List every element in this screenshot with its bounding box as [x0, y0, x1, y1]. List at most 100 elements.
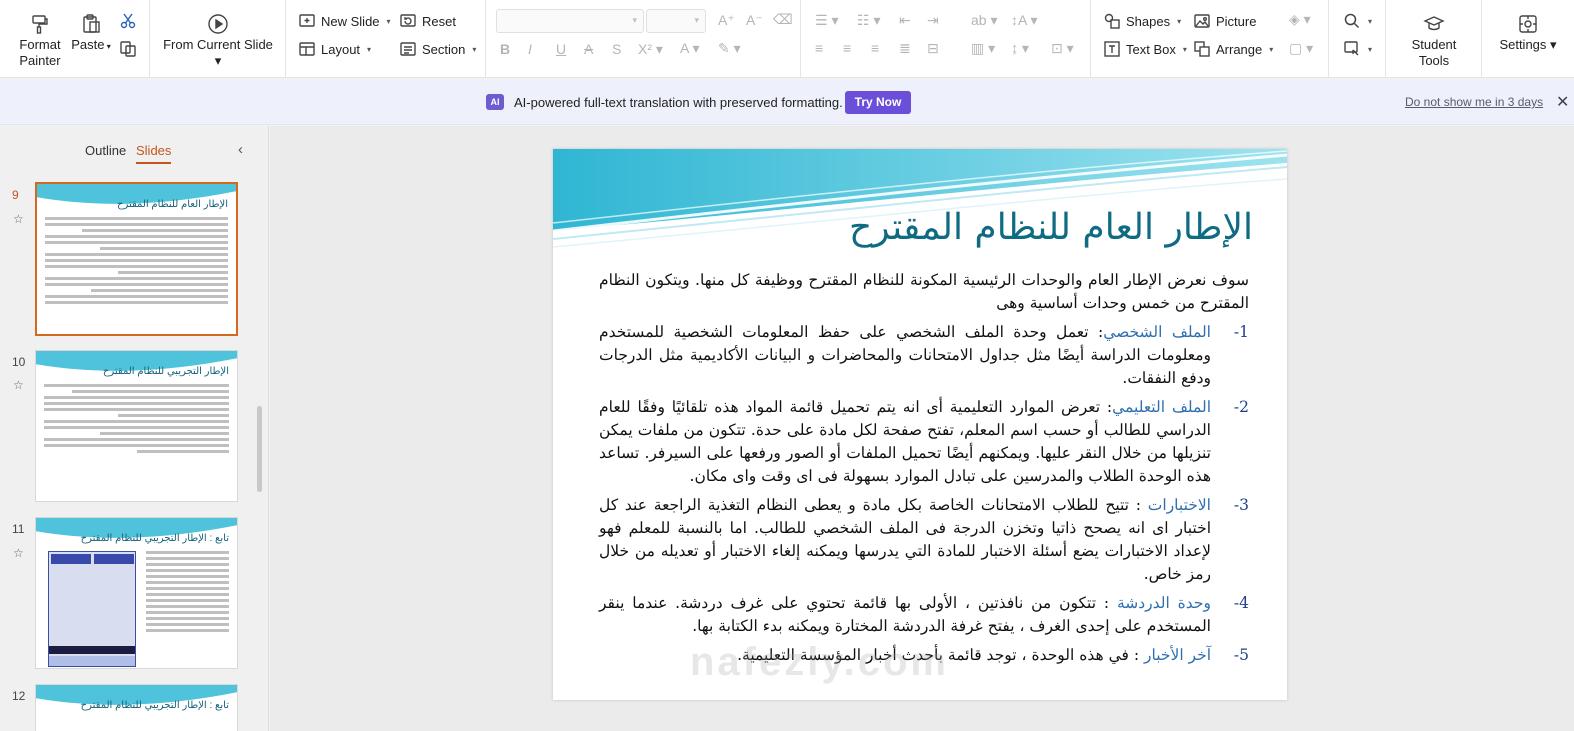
highlight-icon[interactable]: ✎ ▾: [718, 40, 741, 57]
find-button[interactable]: ▾: [1343, 12, 1372, 30]
item-number: 2-: [1233, 398, 1249, 416]
section-icon: [400, 42, 416, 56]
thumb-text-lines: [146, 551, 229, 635]
spacing-icon[interactable]: ↨ ▾: [1011, 40, 1029, 57]
picture-label: Picture: [1216, 13, 1257, 29]
increase-indent-icon[interactable]: ⇥: [927, 12, 939, 29]
slide-thumbnail-10[interactable]: الإطار التجريبي للنظام المقترح: [35, 350, 238, 502]
align-left-icon[interactable]: ≡: [815, 40, 823, 56]
item-keyword: آخر الأخبار: [1144, 646, 1211, 664]
italic-icon[interactable]: I: [528, 41, 532, 57]
strikethrough-icon[interactable]: A: [584, 41, 593, 57]
shapes-button[interactable]: Shapes ▾: [1103, 12, 1181, 30]
tab-outline[interactable]: Outline: [85, 143, 126, 158]
thumb-title: الإطار التجريبي للنظام المقترح: [102, 366, 229, 377]
do-not-show-link[interactable]: Do not show me in 3 days: [1405, 95, 1543, 109]
format-painter-button[interactable]: Format Painter: [14, 13, 66, 69]
close-icon[interactable]: ✕: [1556, 92, 1569, 112]
student-tools-group: Student Tools: [1386, 0, 1482, 78]
collapse-pane-icon[interactable]: ‹: [238, 141, 243, 158]
reset-label: Reset: [422, 13, 456, 29]
copy-button[interactable]: [119, 40, 137, 58]
slide-number: 10: [12, 355, 26, 369]
section-label: Section: [422, 41, 466, 57]
text-direction-icon[interactable]: ab ▾: [971, 12, 998, 29]
search-icon: [1344, 13, 1360, 29]
star-icon[interactable]: ☆: [13, 378, 24, 392]
increase-font-icon[interactable]: A⁺: [718, 12, 735, 29]
section-button[interactable]: Section ▾: [399, 40, 476, 58]
font-color-icon[interactable]: A ▾: [680, 40, 699, 57]
notice-message: AI-powered full-text translation with pr…: [514, 95, 843, 110]
decrease-indent-icon[interactable]: ⇤: [899, 12, 911, 29]
thumb-text-lines: [45, 217, 228, 307]
thumb-title: الإطار العام للنظام المقترح: [116, 199, 228, 210]
tab-slides[interactable]: Slides: [136, 143, 172, 164]
shadow-icon[interactable]: S: [612, 41, 621, 57]
shapes-label: Shapes: [1126, 13, 1171, 29]
item-number: 1-: [1233, 323, 1249, 341]
justify-icon[interactable]: ≣: [899, 40, 911, 57]
text-box-align-icon[interactable]: ⊡ ▾: [1051, 40, 1074, 57]
bullets-icon[interactable]: ☰ ▾: [815, 12, 838, 29]
translation-notice-bar: AI AI-powered full-text translation with…: [0, 79, 1574, 125]
find-group: ▾ ▾: [1329, 0, 1386, 78]
distribute-icon[interactable]: ⊟: [927, 40, 939, 57]
slide-thumbnail-11[interactable]: تابع : الإطار التجريبي للنظام المقترح: [35, 517, 238, 669]
numbering-icon[interactable]: ☷ ▾: [857, 12, 880, 29]
slide-title: الإطار العام للنظام المقترح: [849, 207, 1253, 248]
arrange-button[interactable]: Arrange ▾: [1193, 40, 1273, 58]
scissors-icon: [120, 13, 136, 29]
from-current-slide-wrap: From Current Slide ▾: [163, 37, 273, 68]
item-keyword: الاختبارات: [1147, 496, 1211, 514]
ribbon-toolbar: Format Painter Paste ▾ From Current Slid…: [0, 0, 1574, 78]
outline-color-icon[interactable]: ▢ ▾: [1289, 40, 1313, 57]
item-text: : تتيح للطلاب الامتحانات الخاصة بكل مادة…: [599, 496, 1211, 583]
columns-icon[interactable]: ▥ ▾: [971, 40, 995, 57]
new-slide-button[interactable]: New Slide ▾: [298, 12, 391, 30]
format-painter-icon: [32, 15, 48, 34]
item-number: 3-: [1233, 496, 1249, 514]
settings-button[interactable]: Settings ▾: [1492, 13, 1564, 53]
thumb-phone-screenshots: [48, 551, 136, 667]
picture-icon: [1194, 14, 1210, 28]
star-icon[interactable]: ☆: [13, 212, 24, 226]
from-current-slide-label: From Current Slide: [163, 37, 273, 52]
text-box-button[interactable]: Text Box ▾: [1103, 40, 1187, 58]
slide-thumbnail-12[interactable]: تابع : الإطار التجريبي للنظام المقترح: [35, 684, 238, 731]
select-button[interactable]: ▾: [1343, 40, 1372, 58]
slide-thumbnail-9[interactable]: الإطار العام للنظام المقترح: [35, 182, 238, 336]
copy-icon: [120, 41, 136, 57]
reset-button[interactable]: Reset: [399, 12, 456, 30]
cut-button[interactable]: [119, 12, 137, 30]
list-item: 1- الملف الشخصي: تعمل وحدة الملف الشخصي …: [599, 321, 1249, 390]
superscript-icon[interactable]: X² ▾: [638, 41, 663, 58]
arrange-icon: [1194, 41, 1210, 57]
align-right-icon[interactable]: ≡: [871, 40, 879, 56]
layout-button[interactable]: Layout ▾: [298, 40, 371, 58]
align-center-icon[interactable]: ≡: [843, 40, 851, 56]
text-box-label: Text Box: [1126, 41, 1176, 57]
current-slide[interactable]: الإطار العام للنظام المقترح سوف نعرض الإ…: [553, 149, 1287, 700]
fill-color-icon[interactable]: ◈ ▾: [1289, 11, 1311, 28]
pane-scrollbar[interactable]: [257, 406, 262, 492]
student-tools-button[interactable]: Student Tools: [1396, 13, 1472, 69]
settings-group: Settings ▾: [1482, 0, 1574, 78]
clear-format-icon[interactable]: ⌫: [773, 11, 793, 28]
bold-icon[interactable]: B: [500, 41, 510, 57]
item-number: 5-: [1233, 646, 1249, 664]
thumb-text-lines: [44, 384, 229, 456]
insert-group: Shapes ▾ Picture ◈ ▾ Text Box ▾ Arrange ▾ ▢…: [1091, 0, 1329, 78]
reset-icon: [400, 14, 416, 27]
decrease-font-icon[interactable]: A⁻: [746, 12, 763, 29]
underline-icon[interactable]: U: [556, 41, 566, 57]
line-spacing-icon[interactable]: ↕A ▾: [1011, 12, 1037, 29]
paste-button[interactable]: Paste ▾: [70, 13, 112, 55]
try-now-button[interactable]: Try Now: [845, 91, 911, 114]
slide-intro: سوف نعرض الإطار العام والوحدات الرئيسية …: [599, 271, 1249, 312]
picture-button[interactable]: Picture: [1193, 12, 1256, 30]
from-current-slide-button[interactable]: From Current Slide ▾: [160, 13, 276, 69]
font-size-select[interactable]: ▾: [646, 9, 706, 33]
font-name-select[interactable]: ▾: [496, 9, 644, 33]
star-icon[interactable]: ☆: [13, 546, 24, 560]
